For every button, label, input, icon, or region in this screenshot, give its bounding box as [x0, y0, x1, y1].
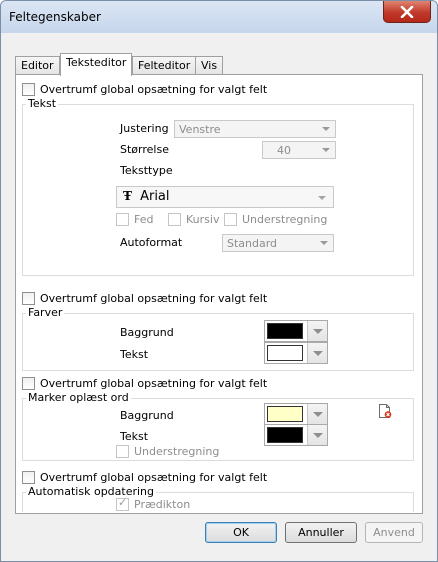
autoformat-select[interactable]: Standard	[222, 234, 334, 252]
bold-checkbox[interactable]	[116, 213, 129, 226]
truetype-font-icon: Ŧ	[123, 189, 132, 203]
colors-group-title: Farver	[26, 306, 65, 319]
highlight-underline-checkbox[interactable]	[116, 445, 129, 458]
autoformat-value: Standard	[227, 237, 278, 250]
highlight-text-picker[interactable]	[264, 424, 328, 446]
tab-felteditor[interactable]: Felteditor	[132, 56, 197, 75]
chevron-down-icon[interactable]	[307, 321, 327, 341]
override-colors-label: Overtrumf global opsætning for valgt fel…	[40, 292, 268, 305]
text-group-title: Tekst	[26, 97, 59, 110]
colors-text-picker[interactable]	[264, 342, 328, 364]
size-select[interactable]: 40	[262, 141, 336, 159]
chevron-down-icon	[322, 148, 330, 152]
update-group-title: Automatisk opdatering	[26, 485, 157, 498]
highlight-text-swatch	[267, 427, 303, 443]
size-value: 40	[277, 144, 291, 157]
ok-button[interactable]: OK	[205, 522, 277, 543]
colors-group	[22, 313, 414, 371]
underline-label: Understregning	[242, 213, 328, 226]
close-button[interactable]	[383, 1, 431, 23]
prediction-checkbox[interactable]	[116, 496, 129, 511]
window-title: Feltegenskaber	[9, 10, 101, 24]
override-update-checkbox[interactable]	[22, 471, 35, 484]
highlight-background-picker[interactable]	[264, 403, 328, 425]
chevron-down-icon	[320, 241, 328, 245]
underline-checkbox[interactable]	[224, 213, 237, 226]
prediction-label: Prædikton	[134, 498, 191, 511]
override-highlight-checkbox[interactable]	[22, 377, 35, 390]
override-text-checkbox[interactable]	[22, 83, 35, 96]
colors-background-label: Baggrund	[120, 326, 174, 339]
font-value: Arial	[140, 189, 170, 204]
colors-text-label: Tekst	[120, 348, 149, 361]
colors-background-picker[interactable]	[264, 320, 328, 342]
reset-color-icon[interactable]	[378, 403, 392, 419]
highlight-group-title: Marker oplæst ord	[26, 391, 131, 404]
override-update-label: Overtrumf global opsætning for valgt fel…	[40, 471, 268, 484]
cancel-button[interactable]: Annuller	[285, 522, 357, 543]
bold-label: Fed	[134, 213, 154, 226]
highlight-background-label: Baggrund	[120, 409, 174, 422]
alignment-select[interactable]: Venstre	[174, 120, 336, 138]
override-highlight-label: Overtrumf global opsætning for valgt fel…	[40, 377, 268, 390]
size-label: Størrelse	[120, 143, 169, 156]
autoformat-label: Autoformat	[120, 236, 183, 249]
italic-label: Kursiv	[186, 213, 220, 226]
teksteditor-panel: Overtrumf global opsætning for valgt fel…	[15, 74, 423, 514]
colors-text-swatch	[267, 345, 303, 361]
font-type-label: Teksttype	[120, 164, 173, 177]
chevron-down-icon[interactable]	[307, 343, 327, 363]
chevron-down-icon	[322, 127, 330, 131]
override-text-label: Overtrumf global opsætning for valgt fel…	[40, 83, 268, 96]
apply-button[interactable]: Anvend	[365, 522, 423, 543]
chevron-down-icon[interactable]	[307, 404, 327, 424]
alignment-label: Justering	[120, 122, 169, 135]
properties-dialog: Feltegenskaber Editor Teksteditor Felted…	[0, 0, 438, 562]
tab-vis[interactable]: Vis	[195, 56, 224, 75]
alignment-value: Venstre	[179, 123, 221, 136]
highlight-text-label: Tekst	[120, 430, 149, 443]
highlight-background-swatch	[267, 406, 303, 422]
tab-editor[interactable]: Editor	[15, 56, 60, 75]
tab-teksteditor[interactable]: Teksteditor	[60, 53, 133, 76]
override-colors-checkbox[interactable]	[22, 292, 35, 305]
italic-checkbox[interactable]	[168, 213, 181, 226]
highlight-underline-label: Understregning	[134, 445, 220, 458]
chevron-down-icon	[318, 196, 326, 200]
colors-background-swatch	[267, 323, 303, 339]
title-bar[interactable]: Feltegenskaber	[1, 1, 437, 33]
dialog-body: Editor Teksteditor Felteditor Vis Overtr…	[9, 33, 429, 555]
close-icon	[400, 5, 414, 18]
chevron-down-icon[interactable]	[307, 425, 327, 445]
font-select[interactable]: Ŧ Arial	[116, 186, 334, 208]
